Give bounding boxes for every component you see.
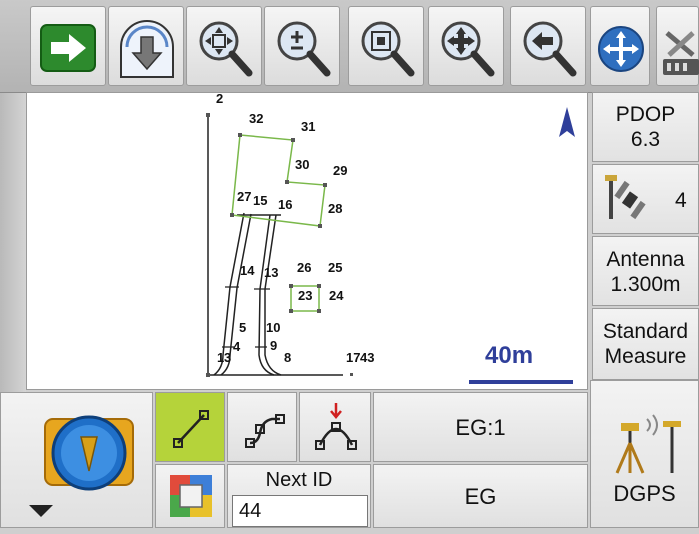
globe-down-arrow-icon [120,20,174,78]
zoom-extent-icon [199,21,253,77]
mode-line1: Standard [602,320,689,343]
code-field[interactable]: EG [373,464,588,528]
next-arrow-button[interactable] [30,6,106,86]
point-tool-button[interactable] [0,392,153,528]
measure-mode-panel[interactable]: Standard Measure [592,308,699,380]
north-arrow-icon [559,107,575,137]
next-id-panel: Next ID 44 [227,464,371,528]
point-label: 43 [360,350,374,365]
move-arrows-icon [598,26,644,72]
point-label: 13 [264,265,278,280]
satellite-count: 4 [675,189,687,212]
map-view[interactable]: 2 32 31 30 29 27 15 16 28 14 13 26 25 23… [26,92,588,390]
background-strip [0,92,26,392]
antenna-label: Antenna [606,248,685,271]
point-label: 14 [240,263,255,278]
next-id-input[interactable]: 44 [232,495,368,527]
insert-vertex-button[interactable] [299,392,371,462]
zoom-window-button[interactable] [348,6,424,86]
settings-button[interactable] [656,6,699,86]
point-label: 2 [216,93,223,106]
dropdown-arrow-icon [29,505,53,517]
point-label: 16 [278,197,292,212]
point-label: 24 [329,288,344,303]
receiver-mode-button[interactable]: DGPS [590,380,699,528]
pan-magnifier-icon [441,21,495,77]
point-label: 8 [284,350,291,365]
line-segment-icon [173,410,209,448]
zoom-extent-button[interactable] [186,6,262,86]
pdop-value: 6.3 [630,128,661,151]
zoom-window-icon [361,21,415,77]
survey-plot: 2 32 31 30 29 27 15 16 28 14 13 26 25 23… [206,93,575,384]
zoom-previous-button[interactable] [510,6,586,86]
line-mode-button[interactable] [155,392,225,462]
layers-button[interactable] [155,464,225,528]
point-label: 28 [328,201,342,216]
point-label: 27 [237,189,251,204]
zoom-back-icon [523,21,577,77]
pdop-panel[interactable]: PDOP 6.3 [592,92,699,162]
insert-vertex-icon [315,403,357,450]
antenna-panel[interactable]: Antenna 1.300m [592,236,699,306]
download-button[interactable] [108,6,184,86]
receiver-label: DGPS [613,481,676,506]
point-label: 17 [346,350,360,365]
point-label: 10 [266,320,280,335]
pdop-label: PDOP [615,103,676,126]
satellite-panel[interactable]: 4 [592,164,699,234]
move-button[interactable] [590,6,650,86]
polyline-mode-button[interactable] [227,392,297,462]
parcel-outline [231,134,326,227]
point-label: 4 [233,339,241,354]
tools-icon [663,31,699,75]
layers-icon [170,475,212,517]
point-label: 5 [239,320,246,335]
compass-plumb-icon [29,415,134,517]
point-label: 3 [224,350,231,365]
zoom-in-out-button[interactable] [264,6,340,86]
right-arrow-icon [40,24,96,72]
point-label: 30 [295,157,309,172]
point-label: 31 [301,119,315,134]
pan-button[interactable] [428,6,504,86]
point-label: 23 [298,288,312,303]
top-toolbar [0,0,699,93]
code-list-button[interactable]: EG:1 [373,392,588,462]
point-label: 9 [270,338,277,353]
point-label: 29 [333,163,347,178]
mode-line2: Measure [604,345,687,368]
point-label: 26 [297,260,311,275]
scale-label: 40m [485,342,533,369]
point-label: 25 [328,260,342,275]
satellite-icon [605,175,646,220]
polyline-icon [245,414,285,448]
point-label: 15 [253,193,267,208]
point-label: 32 [249,111,263,126]
scale-bar [469,380,573,384]
zoom-plus-minus-icon [277,21,331,77]
next-id-label: Next ID [265,469,333,491]
antenna-value: 1.300m [610,273,681,296]
